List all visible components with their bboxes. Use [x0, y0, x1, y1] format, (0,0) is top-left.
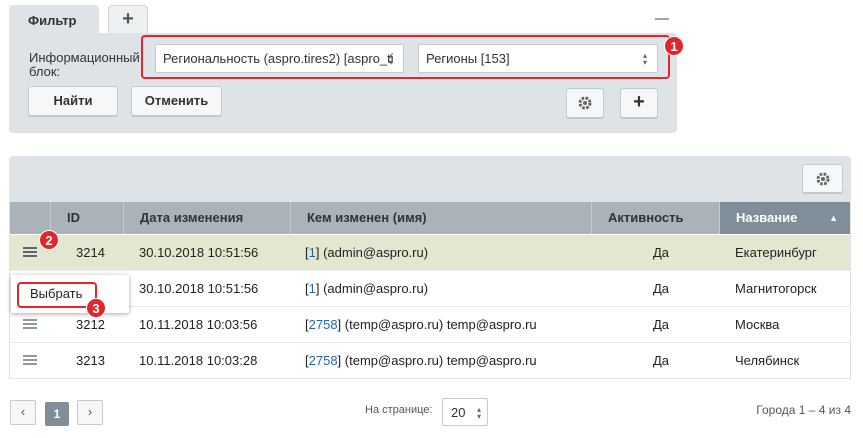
cell-date: 10.11.2018 10:03:56 — [139, 317, 258, 332]
column-id[interactable]: ID — [50, 202, 123, 234]
tab-filter-label: Фильтр — [28, 13, 77, 28]
table-row[interactable]: 30.10.2018 10:51:56 [1] (admin@aspro.ru)… — [10, 271, 850, 307]
user-email: (temp@aspro.ru) temp@aspro.ru — [341, 353, 537, 368]
per-page-value: 20 — [451, 405, 466, 420]
cell-id: 3213 — [76, 353, 105, 368]
column-name[interactable]: Название ▲ — [719, 202, 850, 234]
highlight-box-1 — [141, 35, 670, 79]
current-page[interactable]: 1 — [45, 402, 69, 426]
column-name-label: Название — [736, 210, 798, 225]
find-button[interactable]: Найти — [28, 86, 118, 116]
cell-modified-by: [1] (admin@aspro.ru) — [305, 245, 429, 260]
filter-settings-button[interactable] — [566, 88, 604, 118]
find-button-label: Найти — [53, 93, 93, 108]
cell-modified-by: [2758] (temp@aspro.ru) temp@aspro.ru — [305, 317, 537, 332]
cell-modified-by: [1] (admin@aspro.ru) — [305, 281, 429, 296]
select-arrows-icon: ▴ ▾ — [476, 405, 481, 421]
plus-icon: + — [633, 91, 645, 113]
user-email: (admin@aspro.ru) — [319, 245, 429, 260]
hamburger-menu-icon[interactable] — [23, 355, 37, 366]
cell-name: Челябинск — [735, 353, 800, 368]
cell-name: Магнитогорск — [735, 281, 817, 296]
badge-1: 1 — [664, 36, 684, 56]
cancel-button[interactable]: Отменить — [131, 86, 222, 116]
prev-page-button[interactable]: ‹ — [10, 400, 36, 425]
cell-name: Москва — [735, 317, 780, 332]
cell-active: Да — [653, 281, 670, 296]
user-link[interactable]: 2758 — [309, 317, 338, 332]
cell-id: 3214 — [76, 245, 105, 260]
badge-2: 2 — [39, 230, 59, 250]
cell-modified-by: [2758] (temp@aspro.ru) temp@aspro.ru — [305, 353, 537, 368]
grid-toolbar — [9, 156, 851, 202]
cell-date: 30.10.2018 10:51:56 — [139, 281, 259, 296]
user-email: (temp@aspro.ru) temp@aspro.ru — [341, 317, 537, 332]
minimize-icon[interactable] — [655, 18, 669, 20]
column-date[interactable]: Дата изменения — [123, 202, 290, 234]
cell-active: Да — [653, 353, 670, 368]
per-page-select[interactable]: 20 ▴ ▾ — [442, 398, 488, 426]
table-row[interactable]: 3212 10.11.2018 10:03:56 [2758] (temp@as… — [10, 307, 850, 343]
cell-active: Да — [653, 317, 670, 332]
table-row[interactable]: 3213 10.11.2018 10:03:28 [2758] (temp@as… — [10, 343, 850, 379]
cell-date: 10.11.2018 10:03:28 — [139, 353, 258, 368]
totals-text: Города 1 – 4 из 4 — [756, 403, 851, 417]
chevron-left-icon: ‹ — [20, 404, 26, 419]
iblock-label: Информационный блок: — [29, 50, 140, 79]
column-modified-by[interactable]: Кем изменен (имя) — [290, 202, 591, 234]
cell-name: Екатеринбург — [735, 245, 817, 260]
plus-icon: + — [122, 8, 134, 30]
highlight-box-3 — [17, 282, 97, 308]
next-page-button[interactable]: › — [77, 400, 103, 425]
cell-active: Да — [653, 245, 670, 260]
grid-header: ID Дата изменения Кем изменен (имя) Акти… — [10, 202, 850, 234]
chevron-right-icon: › — [87, 404, 93, 419]
gear-icon — [816, 172, 829, 186]
tab-filter[interactable]: Фильтр — [9, 5, 99, 35]
table-row[interactable]: 3214 30.10.2018 10:51:56 [1] (admin@aspr… — [10, 235, 850, 271]
user-link[interactable]: 1 — [309, 245, 316, 260]
hamburger-menu-icon[interactable] — [23, 247, 37, 258]
cell-date: 30.10.2018 10:51:56 — [139, 245, 259, 260]
badge-3: 3 — [86, 298, 106, 318]
add-filter-tab-button[interactable]: + — [108, 5, 148, 33]
grid-settings-button[interactable] — [802, 164, 843, 193]
column-active[interactable]: Активность — [591, 202, 719, 234]
cancel-button-label: Отменить — [144, 93, 209, 108]
user-link[interactable]: 1 — [309, 281, 316, 296]
per-page-label: На странице: — [365, 404, 433, 416]
sort-asc-icon: ▲ — [829, 213, 838, 223]
gear-icon — [578, 96, 592, 110]
add-filter-button[interactable]: + — [620, 88, 658, 118]
user-email: (admin@aspro.ru) — [319, 281, 429, 296]
hamburger-menu-icon[interactable] — [23, 319, 37, 330]
user-link[interactable]: 2758 — [309, 353, 338, 368]
grid-table: ID Дата изменения Кем изменен (имя) Акти… — [9, 202, 851, 379]
